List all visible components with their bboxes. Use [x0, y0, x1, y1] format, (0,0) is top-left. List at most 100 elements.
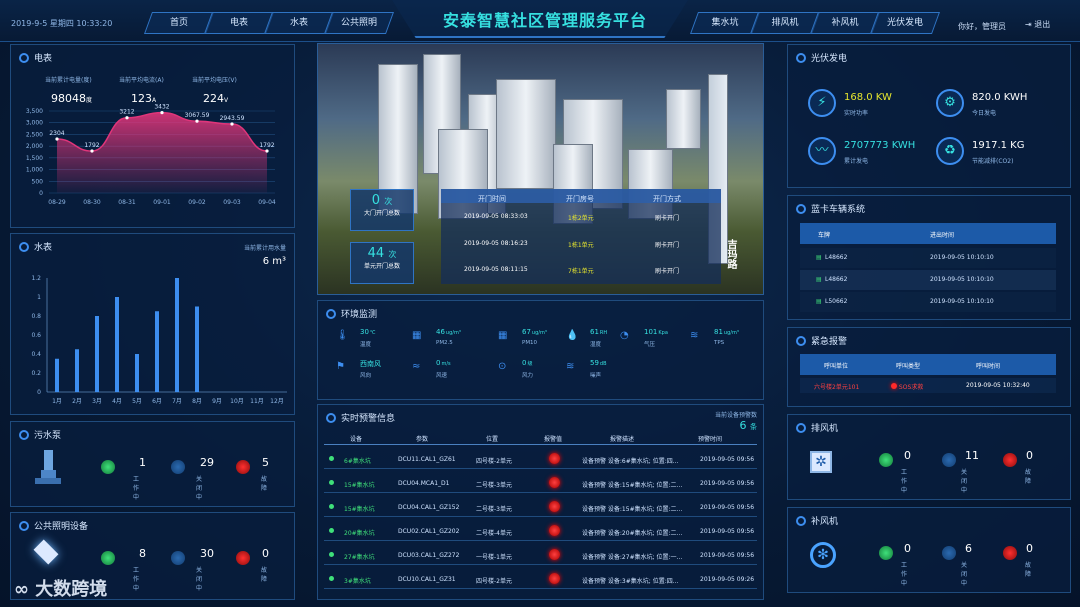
table-cell: 刷卡开门 [655, 215, 680, 222]
table-cell: DCU10.CAL1_GZ31 [398, 576, 456, 583]
env-value: 0m/s [436, 359, 451, 367]
table-cell: 2019-09-05 08:16:23 [464, 240, 528, 247]
env-label: 湿度 [590, 342, 602, 348]
alarm-dot-icon [891, 383, 897, 389]
table-row[interactable] [324, 497, 757, 517]
panel-icon [796, 516, 806, 526]
column-header: 预警时间 [698, 436, 723, 443]
tab-solar[interactable]: 光伏发电 [869, 12, 941, 34]
page-title: 安泰智慧社区管理服务平台 [442, 11, 647, 30]
bar [75, 349, 79, 392]
status-dot-icon [329, 528, 334, 533]
lamp-icon [33, 539, 59, 565]
data-point [230, 122, 234, 126]
env-value: 30℃ [360, 328, 376, 336]
env-label: 风力 [522, 373, 534, 379]
table-cell: 20#集水坑 [344, 530, 375, 537]
tab-lighting[interactable]: 公共照明 [323, 12, 395, 34]
column-header: 参数 [416, 436, 429, 443]
closed-label: 关闭中 [196, 567, 203, 592]
bar [195, 306, 199, 392]
tab-sump[interactable]: 集水坑 [689, 12, 761, 34]
env-number: 59 [590, 359, 599, 367]
header-divider [324, 444, 757, 445]
solar-stat-icon: ⚡ [808, 89, 836, 117]
tab-home[interactable]: 首页 [143, 12, 215, 34]
env-icon[interactable]: ▦ [412, 330, 425, 342]
unit-count-label: 单元开门总数 [363, 263, 400, 270]
data-label: 3067.59 [185, 112, 210, 119]
x-tick-label: 08-29 [48, 199, 66, 206]
table-cell: 1栋1单元 [568, 242, 594, 249]
panel-icon [796, 204, 806, 214]
closed-count: 30 [200, 547, 214, 560]
fault-count: 0 [1026, 449, 1033, 462]
plate-number: L50662 [825, 298, 848, 305]
env-icon[interactable]: 💧 [566, 330, 579, 342]
solar-value: 2707773 KWH [844, 140, 916, 151]
env-icon[interactable]: ⚑ [336, 361, 349, 373]
panel-icon [19, 53, 29, 63]
table-row[interactable] [324, 521, 757, 541]
logout-button[interactable]: ⇥ 退出 [1025, 19, 1050, 30]
env-unit: RH [599, 330, 608, 336]
table-row[interactable] [324, 569, 757, 589]
env-label: 风速 [436, 373, 448, 379]
closed-indicator [171, 551, 185, 565]
logout-icon: ⇥ [1025, 20, 1032, 29]
column-header: 呼叫时间 [976, 363, 1001, 370]
tab-electric[interactable]: 电表 [203, 12, 275, 34]
water-panel: 水表 当前累计用水量 6 m³ 0 0.2 0.4 0.6 0.8 1 1.2 1月 2月 3月 4… [10, 233, 295, 415]
working-indicator [879, 546, 893, 560]
env-icon[interactable]: ▦ [498, 330, 511, 342]
closed-indicator [171, 460, 185, 474]
column-header: 报警值 [544, 436, 563, 443]
env-icon[interactable]: ⊙ [498, 361, 511, 373]
table-cell: DCU04.CAL1_GZ152 [398, 504, 460, 511]
env-unit: ug/m³ [445, 330, 461, 336]
electric-panel: 电表 当前累计电量(度) 98048度 当前平均电流(A) 123A 当前平均电… [10, 44, 295, 228]
gate-count-card: 0 次 大门开门总数 [350, 189, 414, 231]
fault-label: 故障 [261, 476, 268, 492]
tab-supply[interactable]: 补风机 [809, 12, 881, 34]
env-icon[interactable]: ≈ [412, 361, 425, 373]
env-label: TPS [714, 340, 725, 346]
closed-label: 关闭中 [961, 562, 968, 587]
env-number: 46 [436, 328, 445, 336]
table-row[interactable] [324, 473, 757, 493]
fault-count: 0 [1026, 542, 1033, 555]
y-tick-label: 3,500 [26, 108, 43, 115]
fan-icon: ✲ [810, 451, 832, 473]
env-number: 30 [360, 328, 369, 336]
x-tick-label: 6月 [152, 398, 162, 405]
env-icon[interactable]: ≋ [690, 330, 703, 342]
tab-water[interactable]: 水表 [263, 12, 335, 34]
panel-header: 紧急报警 [796, 334, 847, 347]
table-cell: DCU11.CAL1_GZ61 [398, 456, 456, 463]
alarm-light-icon [549, 525, 560, 536]
table-cell: 2019-09-05 09:56 [700, 456, 755, 463]
env-number: 61 [590, 328, 599, 336]
bar [95, 316, 99, 392]
working-label: 工作中 [901, 562, 908, 587]
table-cell: 2019-09-05 09:56 [700, 552, 755, 559]
x-tick-label: 5月 [132, 398, 142, 405]
env-icon[interactable]: ◔ [620, 330, 633, 342]
table-row[interactable] [324, 449, 757, 469]
env-value: 59dB [590, 359, 607, 367]
table-row[interactable] [324, 545, 757, 565]
data-point [265, 149, 269, 153]
logout-label: 退出 [1034, 20, 1051, 29]
env-icon[interactable]: ≋ [566, 361, 579, 373]
solar-label: 节能减排(CO2) [972, 158, 1014, 165]
env-icon[interactable]: 🌡 [336, 330, 349, 342]
tab-exhaust[interactable]: 排风机 [749, 12, 821, 34]
env-label: 气压 [644, 342, 656, 348]
table-cell: 设备预警 设备:15#集水坑; 位置:二... [582, 482, 683, 489]
fault-indicator [236, 460, 250, 474]
table-cell: DCU03.CAL1_GZ272 [398, 552, 460, 559]
alarm-light-icon [549, 549, 560, 560]
x-tick-label: 11月 [250, 398, 264, 405]
unit-count-card: 44 次 单元开门总数 [350, 242, 414, 284]
table-cell: DCU04.MCA1_D1 [398, 480, 450, 487]
